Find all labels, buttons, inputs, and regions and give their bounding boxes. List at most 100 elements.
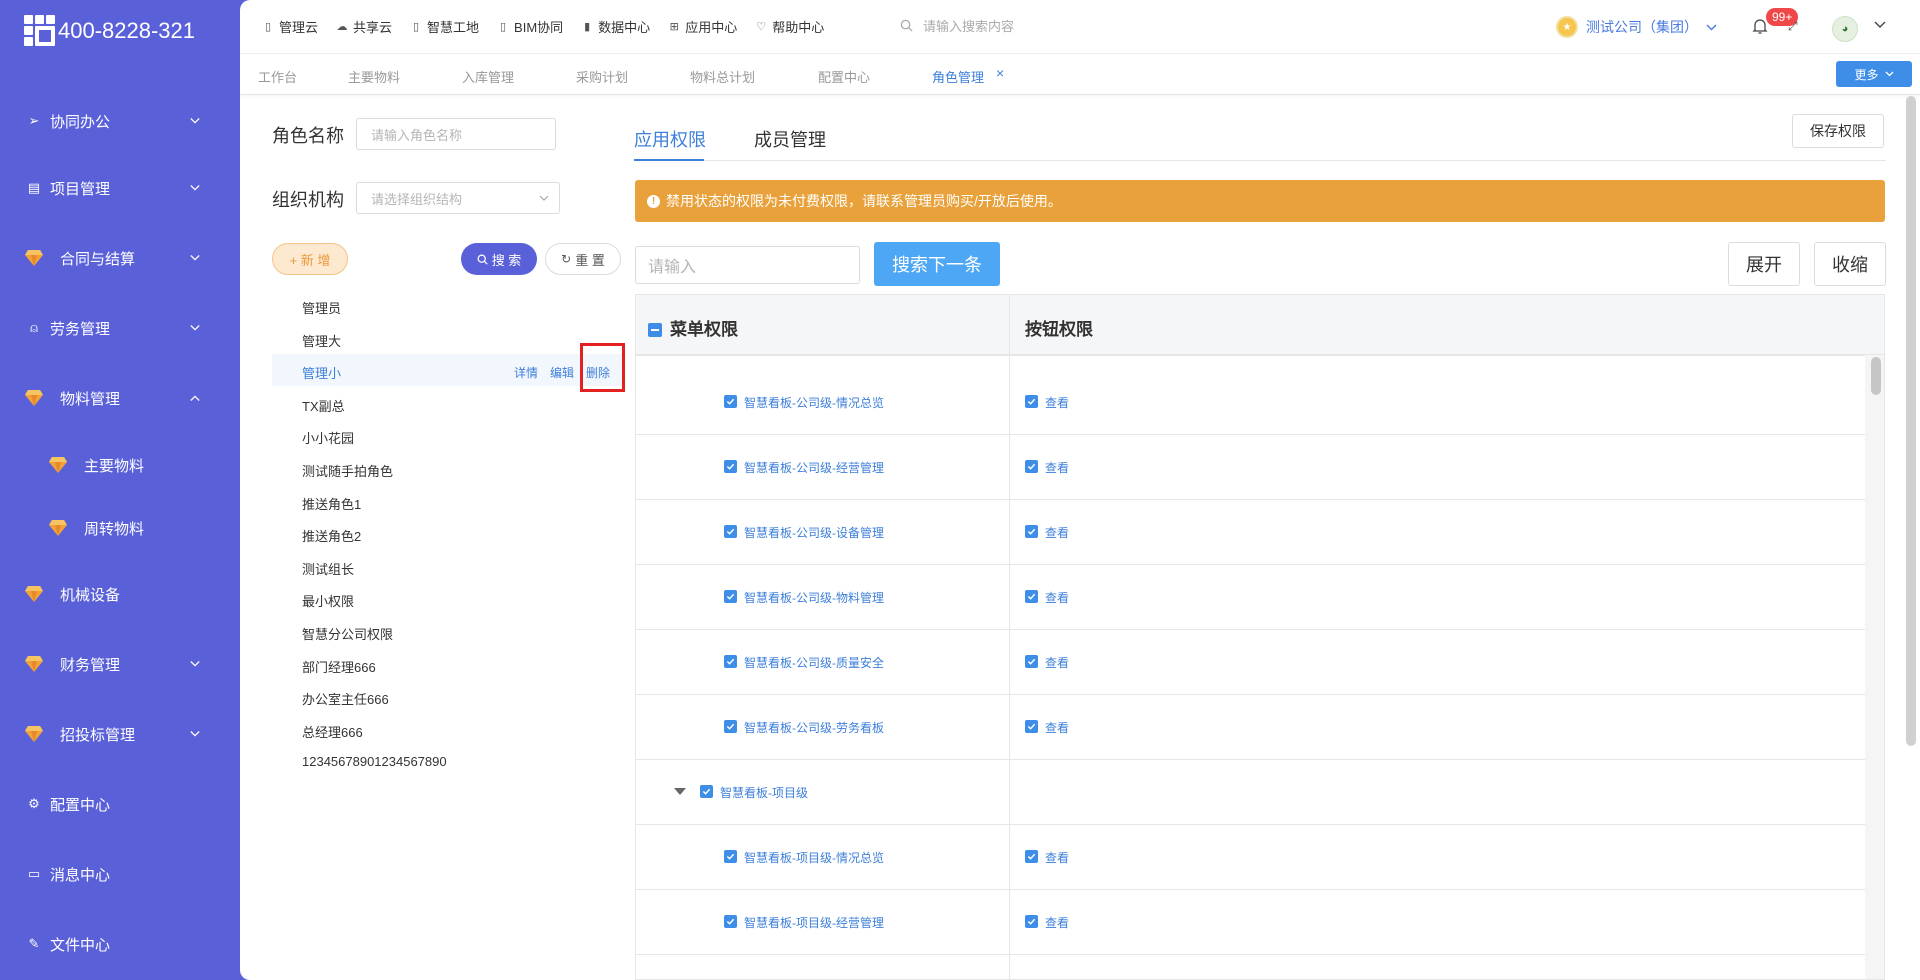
button-permission-checkbox[interactable]: [1025, 525, 1038, 538]
top-link-app-center[interactable]: ⊞ 应用中心: [668, 17, 738, 36]
role-list-item[interactable]: 测试组长: [302, 559, 354, 578]
org-label: 组织机构: [272, 190, 344, 210]
tab-config-center[interactable]: 配置中心: [818, 67, 870, 86]
tab-main-materials[interactable]: 主要物料: [348, 67, 400, 86]
sidebar-item-5[interactable]: 主要物料: [0, 445, 240, 485]
menu-permission-label: 智慧看板-公司级-物料管理: [744, 591, 884, 605]
sidebar-item-10[interactable]: ⚙ 配置中心: [0, 784, 240, 824]
page-scrollbar[interactable]: [1906, 96, 1916, 746]
top-link-management-cloud[interactable]: ▯ 管理云: [262, 17, 318, 36]
role-list-item[interactable]: 办公室主任666: [302, 689, 389, 708]
search-next-button[interactable]: 搜索下一条: [874, 242, 1000, 286]
menu-permission-checkbox[interactable]: [700, 785, 713, 798]
menu-permission-label: 智慧看板-公司级-劳务看板: [744, 721, 884, 735]
menu-permission-checkbox[interactable]: [724, 460, 737, 473]
expand-button[interactable]: 展开: [1728, 242, 1800, 286]
tab-member-management[interactable]: 成员管理: [754, 126, 826, 152]
menu-permission-checkbox[interactable]: [724, 720, 737, 733]
role-list-item[interactable]: 管理小: [302, 363, 341, 382]
top-link-share-cloud[interactable]: ☁ 共享云: [336, 17, 393, 36]
menu-permission-checkbox[interactable]: [724, 915, 737, 928]
sidebar-item-9[interactable]: 招投标管理: [0, 714, 240, 754]
role-list-item[interactable]: 推送角色2: [302, 526, 361, 545]
menu-permission-label: 智慧看板-项目级-经营管理: [744, 916, 884, 930]
reset-button[interactable]: ↻ 重 置: [545, 243, 621, 275]
sidebar-item-0[interactable]: ➢ 协同办公: [0, 101, 240, 141]
role-list-item[interactable]: 12345678901234567890: [302, 754, 447, 769]
sidebar-item-4[interactable]: 物料管理: [0, 378, 240, 418]
gem-icon: [48, 455, 68, 475]
permission-search-input[interactable]: 请输入: [635, 246, 860, 284]
avatar[interactable]: ◕: [1832, 16, 1858, 42]
role-list-item[interactable]: 推送角色1: [302, 494, 361, 513]
global-search[interactable]: 请输入搜索内容: [900, 16, 1014, 35]
tab-inbound[interactable]: 入库管理: [462, 67, 514, 86]
more-button[interactable]: 更多: [1836, 61, 1912, 87]
sidebar-item-1[interactable]: ▤ 项目管理: [0, 168, 240, 208]
role-list-item[interactable]: 管理员: [302, 298, 341, 317]
select-all-checkbox[interactable]: [648, 323, 662, 337]
top-link-smart-site[interactable]: ▯ 智慧工地: [410, 17, 479, 36]
collapse-button[interactable]: 收缩: [1814, 242, 1886, 286]
button-permission-checkbox[interactable]: [1025, 655, 1038, 668]
info-icon: !: [647, 194, 660, 208]
tab-purchase-plan[interactable]: 采购计划: [576, 67, 628, 86]
add-button[interactable]: + 新 增: [272, 243, 348, 275]
sidebar-item-8[interactable]: 财务管理: [0, 644, 240, 684]
tab-workbench[interactable]: 工作台: [258, 67, 297, 86]
role-list-item[interactable]: 总经理666: [302, 722, 363, 741]
top-link-bim[interactable]: ▯ BIM协同: [497, 17, 563, 36]
button-permission-label: 查看: [1045, 461, 1070, 475]
menu-permission-checkbox[interactable]: [724, 590, 737, 603]
sidebar-item-12[interactable]: ✎ 文件中心: [0, 924, 240, 964]
role-list-item[interactable]: 测试随手拍角色: [302, 461, 393, 480]
chevron-down-icon[interactable]: [1874, 21, 1886, 29]
sidebar-item-2[interactable]: 合同与结算: [0, 238, 240, 278]
role-list-item[interactable]: 管理大: [302, 331, 341, 350]
button-permission-checkbox[interactable]: [1025, 460, 1038, 473]
menu-permission-checkbox[interactable]: [724, 850, 737, 863]
chevron-down-icon: [190, 185, 200, 191]
role-name-input[interactable]: 请输入角色名称: [356, 118, 556, 150]
search-icon: [477, 254, 488, 265]
search-button[interactable]: 搜 索: [461, 243, 537, 275]
role-detail-link[interactable]: 详情: [514, 364, 538, 381]
sidebar: 400-8228-321 ➢ 协同办公 ▤ 项目管理合同与结算 ⍝ 劳务管理物料管理主要物…: [0, 0, 240, 980]
button-permission-checkbox[interactable]: [1025, 395, 1038, 408]
table-scrollbar-thumb[interactable]: [1871, 357, 1881, 395]
button-permission-checkbox[interactable]: [1025, 720, 1038, 733]
sidebar-item-3[interactable]: ⍝ 劳务管理: [0, 308, 240, 348]
role-list-item[interactable]: 智慧分公司权限: [302, 624, 393, 643]
sidebar-item-label: 招投标管理: [60, 726, 136, 744]
role-list-item[interactable]: 最小权限: [302, 591, 354, 610]
sidebar-item-6[interactable]: 周转物料: [0, 508, 240, 548]
sidebar-item-11[interactable]: ▭ 消息中心: [0, 854, 240, 894]
menu-permission-checkbox[interactable]: [724, 655, 737, 668]
collapse-caret-icon[interactable]: [674, 788, 686, 795]
tab-role-management[interactable]: 角色管理: [932, 67, 984, 86]
sidebar-item-7[interactable]: 机械设备: [0, 574, 240, 614]
menu-permission-checkbox[interactable]: [724, 525, 737, 538]
brand-phone: 400-8228-321: [58, 18, 196, 43]
role-list-item[interactable]: 部门经理666: [302, 657, 376, 676]
top-links: ▯ 管理云 ☁ 共享云 ▯ 智慧工地 ▯ BIM协同 ▮ 数据中心 ⊞ 应用中心 ♡ 帮助中心: [262, 17, 824, 36]
tab-material-plan[interactable]: 物料总计划: [690, 67, 755, 86]
role-list-item[interactable]: TX副总: [302, 396, 345, 415]
button-permission-checkbox[interactable]: [1025, 590, 1038, 603]
org-select-placeholder: 请选择组织结构: [371, 191, 463, 207]
role-edit-link[interactable]: 编辑: [550, 364, 574, 381]
role-list-item[interactable]: 小小花园: [302, 428, 354, 447]
button-permission-checkbox[interactable]: [1025, 915, 1038, 928]
org-select[interactable]: 请选择组织结构: [356, 182, 560, 214]
top-link-data-center[interactable]: ▮ 数据中心: [581, 17, 650, 36]
company-switcher[interactable]: ★ 测试公司（集团）: [1556, 16, 1717, 38]
top-link-help-center[interactable]: ♡ 帮助中心: [755, 17, 824, 36]
table-scrollbar[interactable]: [1865, 355, 1884, 979]
save-permissions-button[interactable]: 保存权限: [1792, 114, 1884, 148]
close-icon[interactable]: ×: [996, 65, 1004, 81]
button-permission-checkbox[interactable]: [1025, 850, 1038, 863]
fullscreen-icon[interactable]: ⤢: [1788, 19, 1798, 34]
menu-permission-checkbox[interactable]: [724, 395, 737, 408]
bell-icon[interactable]: [1752, 18, 1768, 35]
tab-app-permissions[interactable]: 应用权限: [634, 126, 706, 152]
